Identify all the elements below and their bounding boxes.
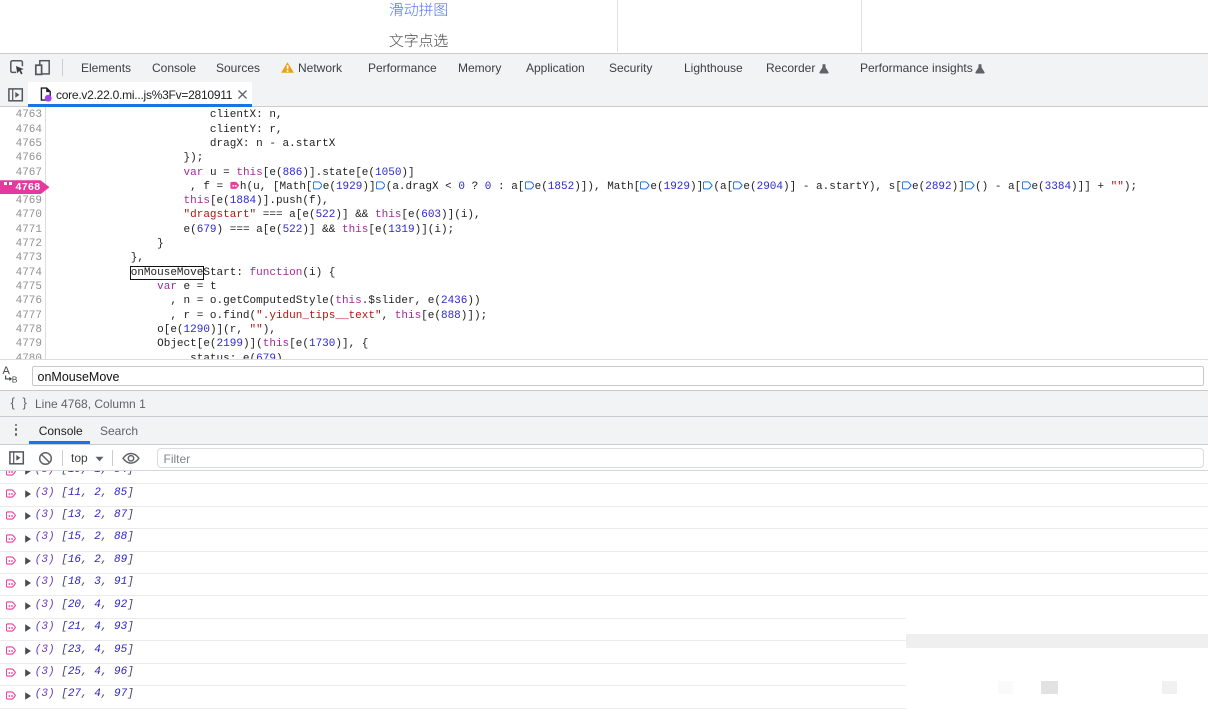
svg-text:A: A — [3, 365, 11, 377]
svg-text:B: B — [12, 375, 18, 384]
